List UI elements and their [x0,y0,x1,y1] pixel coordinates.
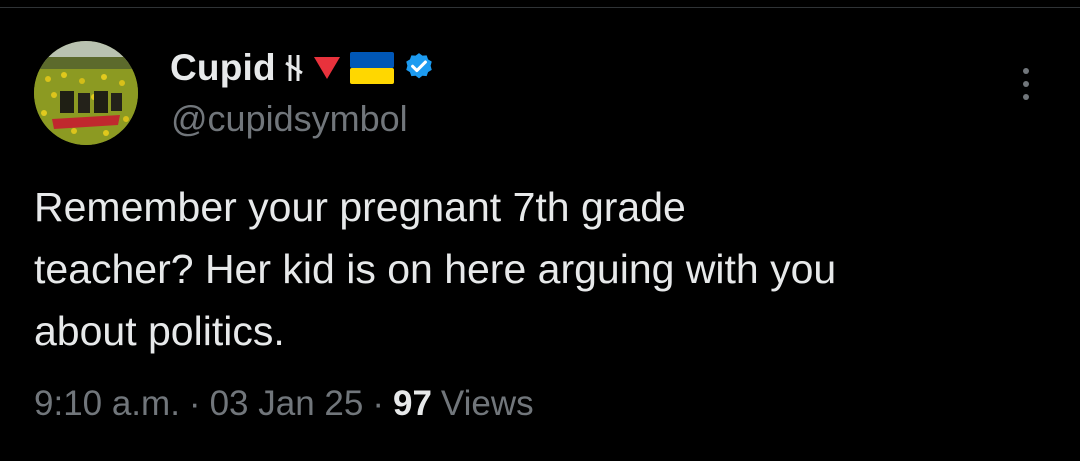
user-handle[interactable]: @cupidsymbol [171,98,408,140]
meta-separator: · [372,384,384,423]
top-divider [0,0,1080,8]
tweet-date[interactable]: 03 Jan 25 [210,384,364,424]
more-options-icon[interactable] [1008,62,1044,106]
verified-badge-icon[interactable] [402,51,436,85]
tweet-text: Remember your pregnant 7th grade teacher… [34,184,837,354]
red-down-triangle-icon [312,55,342,81]
nordic-rune-icon [284,53,304,83]
more-dot [1023,68,1029,74]
display-name-row[interactable]: Cupid [170,46,436,90]
views-label[interactable]: Views [441,384,534,424]
avatar-image [34,41,138,145]
more-dot [1023,94,1029,100]
meta-separator: · [188,384,201,423]
views-count[interactable]: 97 [393,384,432,424]
tweet-time[interactable]: 9:10 a.m. [34,384,180,424]
display-name[interactable]: Cupid [170,47,276,89]
ukraine-flag-icon [349,52,394,84]
more-dot [1023,81,1029,87]
tweet-meta: 9:10 a.m. · 03 Jan 25 · 97 Views [34,384,534,424]
avatar[interactable] [34,41,138,145]
